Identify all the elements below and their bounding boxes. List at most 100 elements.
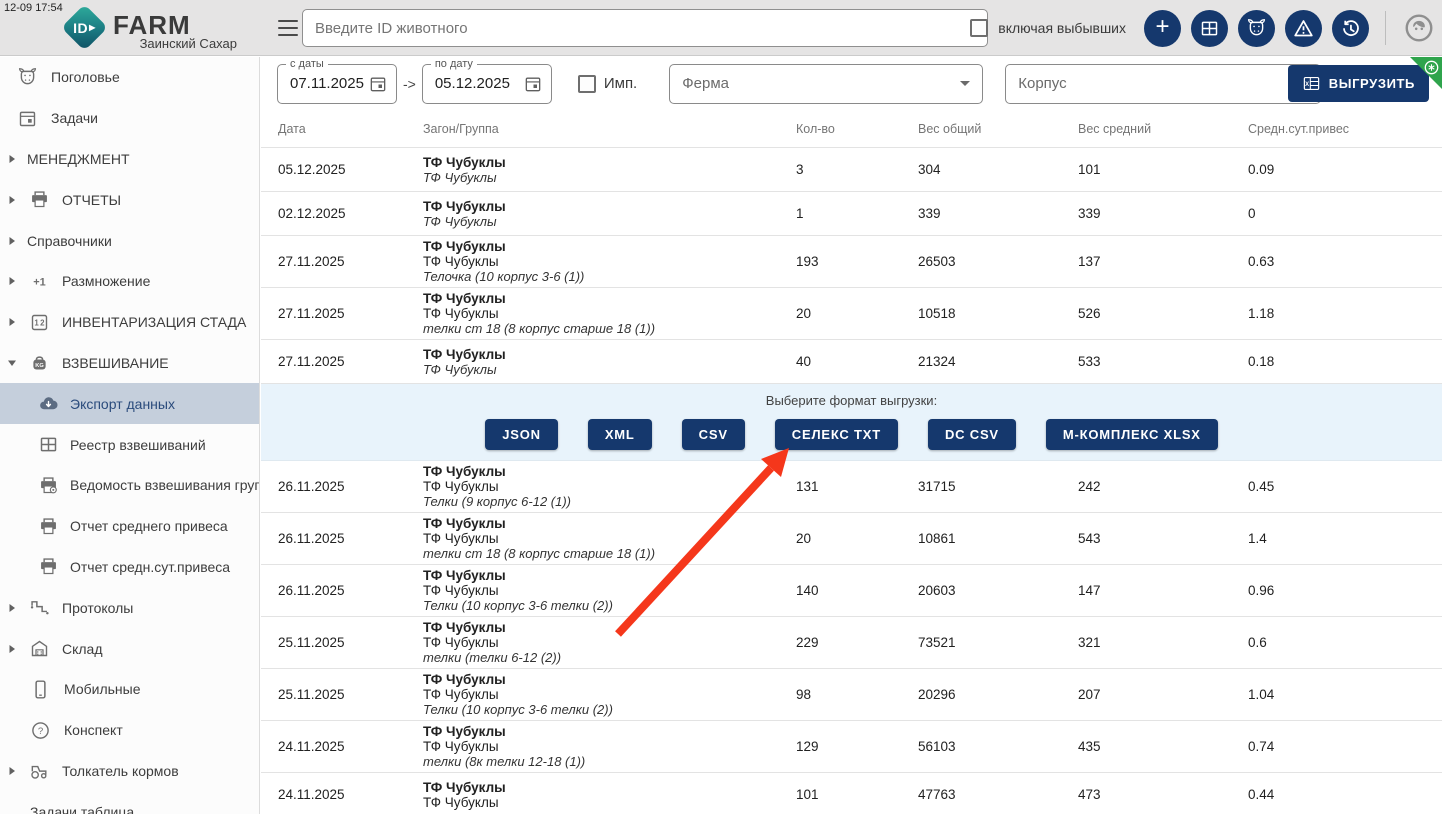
table-row[interactable]: 05.12.2025 ТФ Чубуклы ТФ Чубуклы 3 304 10… (261, 148, 1442, 192)
sidebar-item-konspekt[interactable]: Конспект (0, 710, 259, 751)
sidebar-item-management[interactable]: МЕНЕДЖМЕНТ (0, 139, 259, 180)
menu-icon[interactable] (278, 20, 298, 36)
sidebar-item-reestr-vzveshivaniy[interactable]: Реестр взвешиваний (0, 424, 259, 465)
sidebar-item-vzveshivanie[interactable]: ВЗВЕШИВАНИЕ (0, 343, 259, 384)
sidebar: Поголовье Задачи МЕНЕДЖМЕНТ ОТЧЕТЫ Справ… (0, 57, 260, 814)
column-header-weight-avg: Вес средний (1078, 121, 1152, 136)
printer-icon (38, 556, 59, 577)
sidebar-item-pogolovye[interactable]: Поголовье (0, 57, 259, 98)
farm-placeholder: Ферма (682, 75, 729, 92)
sidebar-item-otchet-sredn-sut-privesa[interactable]: Отчет средн.сут.привеса (0, 547, 259, 588)
calendar-icon[interactable] (368, 74, 388, 94)
date-from-label: с даты (286, 57, 328, 70)
sidebar-item-inventarizaciya[interactable]: ИНВЕНТАРИЗАЦИЯ СТАДА (0, 302, 259, 343)
chevron-right-icon (7, 603, 17, 613)
table-row[interactable]: 27.11.2025 ТФ Чубуклы ТФ Чубуклы телки ст … (261, 288, 1442, 340)
download-button[interactable]: ВЫГРУЗИТЬ (1287, 65, 1429, 102)
table-row[interactable]: 27.11.2025 ТФ Чубуклы ТФ Чубуклы 40 21324… (261, 340, 1442, 384)
export-format-panel: Выберите формат выгрузки: JSON XML CSV С… (261, 384, 1442, 461)
table-row[interactable]: 26.11.2025 ТФ Чубуклы ТФ Чубуклы Телки (9 … (261, 461, 1442, 513)
logo-id-text: ID (73, 19, 89, 36)
weight-kg-icon (29, 352, 50, 373)
building-placeholder: Корпус (1018, 75, 1067, 92)
include-removed-checkbox[interactable] (970, 19, 989, 37)
animal-button[interactable] (1238, 9, 1275, 47)
chevron-down-icon (960, 81, 971, 86)
herd-inventory-icon (29, 312, 50, 333)
phone-icon (30, 679, 51, 700)
calendar-icon[interactable] (523, 74, 543, 94)
printer-eye-icon (38, 475, 59, 496)
warehouse-icon (29, 638, 50, 659)
table-row[interactable]: 25.11.2025 ТФ Чубуклы ТФ Чубуклы Телки (10… (261, 669, 1442, 721)
alerts-button[interactable] (1285, 9, 1322, 47)
column-header-weight-total: Вес общий (918, 121, 982, 136)
calendar-icon (17, 108, 38, 129)
chevron-right-icon (7, 644, 17, 654)
feed-pusher-icon (29, 760, 50, 781)
sidebar-item-vedomost-grupp[interactable]: Ведомость взвешивания групп (0, 465, 259, 506)
sidebar-item-protokoly[interactable]: Протоколы (0, 587, 259, 628)
sidebar-item-zadachi[interactable]: Задачи (0, 98, 259, 139)
table-header: Дата Загон/Группа Кол-во Вес общий Вес с… (261, 110, 1442, 148)
toolbar-separator (1385, 11, 1386, 45)
sidebar-item-eksport-dannyh[interactable]: Экспорт данных (0, 383, 259, 425)
table-row[interactable]: 24.11.2025 ТФ Чубуклы ТФ Чубуклы телки (8к… (261, 721, 1442, 773)
column-header-date: Дата (278, 121, 306, 136)
protocols-icon (29, 597, 50, 618)
search-input[interactable] (302, 9, 988, 47)
chevron-right-icon (7, 236, 17, 246)
export-xml-button[interactable]: XML (587, 419, 652, 450)
sidebar-item-tolkatel-kormov[interactable]: Толкатель кормов (0, 751, 259, 792)
logo-play-icon: ▶ (89, 23, 96, 32)
date-from-field[interactable]: с даты 07.11.2025 (277, 57, 397, 104)
chevron-right-icon (7, 766, 17, 776)
printer-icon (38, 516, 59, 537)
export-m-kompleks-xlsx-button[interactable]: М-КОМПЛЕКС XLSX (1045, 419, 1218, 450)
chevron-right-icon (7, 276, 17, 286)
column-header-daily-gain: Средн.сут.привес (1248, 121, 1350, 136)
star-badge-icon (1424, 60, 1439, 75)
brand-subtitle: Заинский Сахар (139, 36, 237, 51)
main-content: с даты 07.11.2025 -> по дату 05.12.2025 … (261, 57, 1442, 814)
table-row[interactable]: 26.11.2025 ТФ Чубуклы ТФ Чубуклы Телки (10… (261, 565, 1442, 617)
date-to-field[interactable]: по дату 05.12.2025 (421, 57, 552, 104)
history-icon (1340, 18, 1361, 39)
excel-icon (1302, 74, 1321, 93)
include-removed-label: включая выбывших (998, 20, 1126, 36)
avatar-face-icon (1403, 12, 1435, 44)
import-checkbox[interactable] (577, 74, 596, 93)
sidebar-item-spravochniki[interactable]: Справочники (0, 220, 259, 261)
chevron-right-icon (7, 154, 17, 164)
building-select[interactable]: Корпус (1005, 63, 1322, 104)
user-avatar[interactable] (1402, 11, 1436, 45)
add-button[interactable]: + (1144, 9, 1181, 47)
export-json-button[interactable]: JSON (485, 419, 558, 450)
sidebar-item-mobilnye[interactable]: Мобильные (0, 669, 259, 710)
export-csv-button[interactable]: CSV (681, 419, 745, 450)
sidebar-item-zadachi-tablica[interactable]: Задачи таблица (0, 791, 259, 814)
chevron-right-icon (7, 317, 17, 327)
warning-icon (1293, 18, 1314, 39)
export-seleks-txt-button[interactable]: СЕЛЕКС TXT (774, 419, 898, 450)
sidebar-item-razmnozhenie[interactable]: Размножение (0, 261, 259, 302)
export-dc-csv-button[interactable]: DC CSV (927, 419, 1016, 450)
history-button[interactable] (1332, 9, 1369, 47)
plus-one-icon (29, 271, 50, 292)
registry-button[interactable] (1191, 9, 1228, 47)
date-to-value: 05.12.2025 (434, 75, 510, 92)
sidebar-item-otchet-srednego-privesa[interactable]: Отчет среднего привеса (0, 506, 259, 547)
table-row[interactable]: 25.11.2025 ТФ Чубуклы ТФ Чубуклы телки (те… (261, 617, 1442, 669)
table-row[interactable]: 24.11.2025 ТФ Чубуклы ТФ Чубуклы 101 4776… (261, 773, 1442, 814)
date-range-arrow: -> (403, 75, 416, 92)
import-label: Имп. (603, 75, 638, 92)
app-logo: ID ▶ FARM Заинский Сахар (0, 0, 260, 56)
table-row[interactable]: 02.12.2025 ТФ Чубуклы ТФ Чубуклы 1 339 33… (261, 192, 1442, 236)
sidebar-item-otchety[interactable]: ОТЧЕТЫ (0, 179, 259, 220)
table-row[interactable]: 26.11.2025 ТФ Чубуклы ТФ Чубуклы телки ст … (261, 513, 1442, 565)
table-row[interactable]: 27.11.2025 ТФ Чубуклы ТФ Чубуклы Телочка (… (261, 236, 1442, 288)
farm-select[interactable]: Ферма (669, 63, 984, 104)
plus-icon: + (1155, 13, 1170, 40)
sidebar-item-sklad[interactable]: Склад (0, 628, 259, 669)
cow-icon (17, 67, 38, 88)
